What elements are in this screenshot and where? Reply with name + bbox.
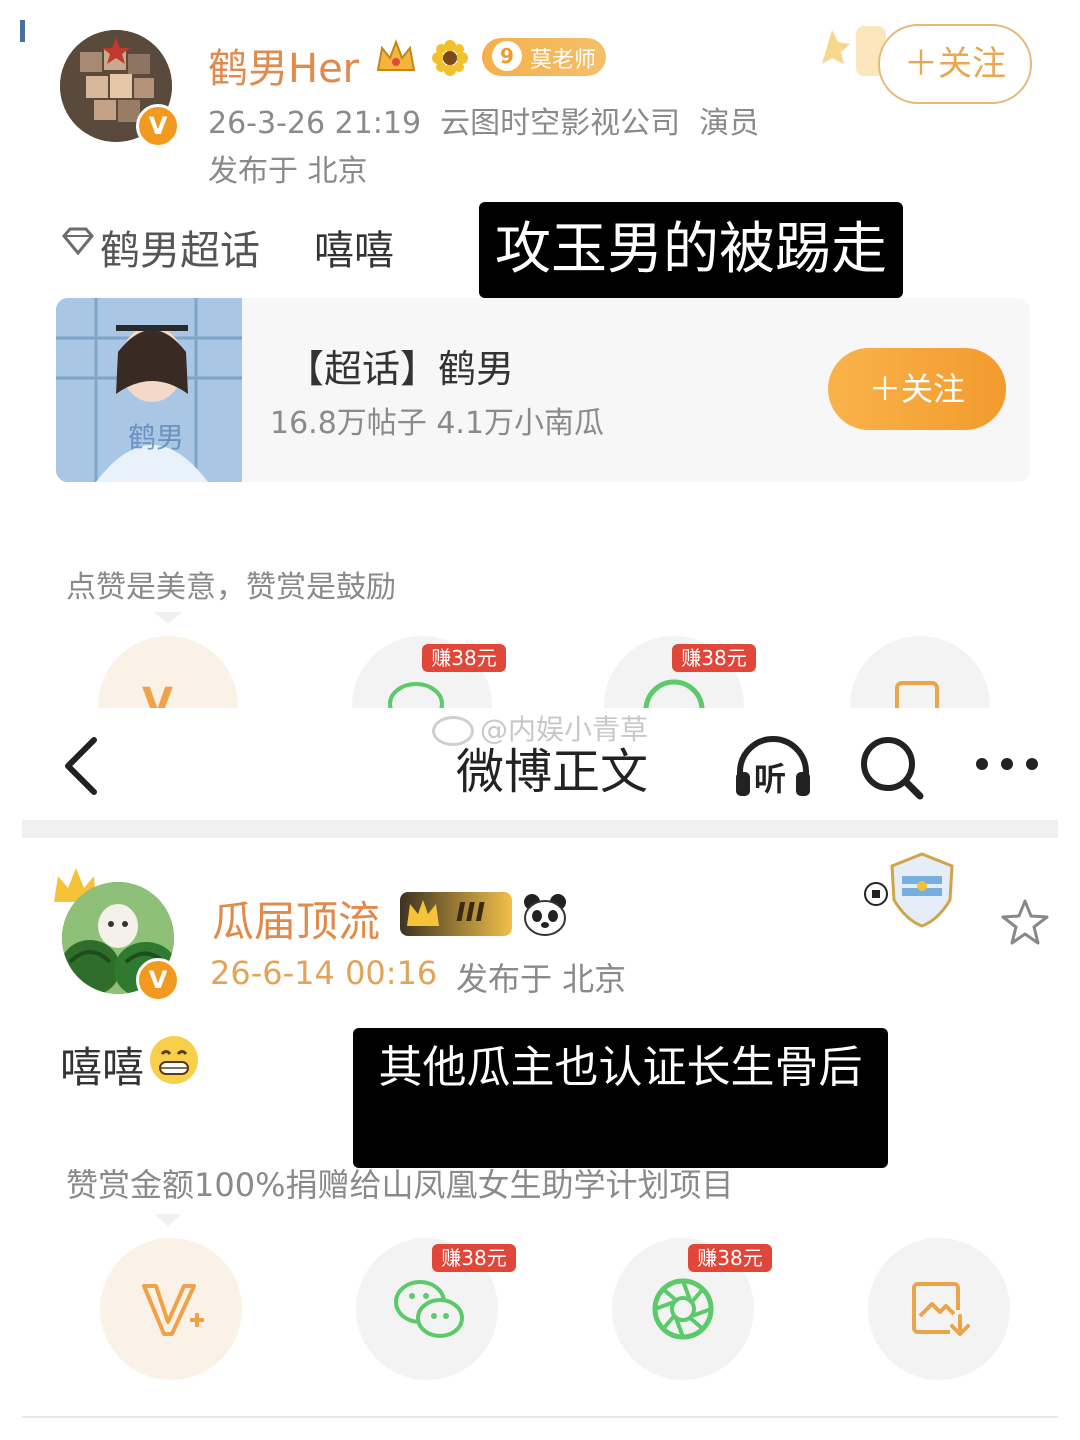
verified-badge: V [136, 104, 180, 148]
save-image-icon [895, 681, 939, 710]
grin-emoji-icon [148, 1034, 200, 1086]
search-icon [861, 737, 924, 800]
teacher-badge-level: 9 [492, 41, 522, 71]
post-body: 嘻嘻 [314, 228, 394, 274]
wechat-icon [394, 1280, 464, 1338]
listen-label: 听 [754, 760, 787, 798]
nav-title: 微博正文 [456, 744, 649, 800]
reward-text: 点赞是美意，赞赏是鼓励 [66, 570, 396, 605]
supertopic-card[interactable]: 鹤男 【超话】鹤男 16.8万帖子 4.1万小南瓜 ＋关注 [56, 298, 1030, 482]
reward-vplus-button[interactable] [100, 1238, 242, 1380]
bottom-screen: @内娱小青草 微博正文 听 V 瓜届顶流 III 26-6-14 00:16 发… [0, 708, 1080, 1440]
username[interactable]: 鹤男Her [208, 36, 359, 94]
crown-icon [407, 900, 439, 926]
bottom-divider [22, 1416, 1058, 1418]
favorite-button[interactable] [1000, 898, 1050, 946]
caption-overlay: 攻玉男的被踢走 [479, 202, 903, 298]
username[interactable]: 瓜届顶流 [212, 888, 380, 949]
more-button[interactable] [972, 754, 1042, 774]
save-image-button[interactable] [868, 1238, 1010, 1380]
earn-badge-1: 赚38元 [432, 1244, 516, 1272]
post-meta: 26-3-26 21:19 云图时空影视公司 演员 [208, 106, 760, 141]
post-location: 发布于 北京 [208, 154, 368, 189]
earn-badge-1: 赚38元 [422, 644, 506, 672]
teacher-badge-text: 莫老师 [530, 48, 597, 73]
level-badge: III [400, 892, 512, 936]
reward-pointer [154, 1214, 182, 1226]
card-title: 【超话】鹤男 [286, 347, 515, 391]
level-badge-text: III [456, 898, 486, 928]
post-location: 发布于 北京 [456, 960, 627, 998]
search-button[interactable] [858, 734, 926, 802]
card-stats: 16.8万帖子 4.1万小南瓜 [270, 406, 605, 441]
top-post: V 鹤男Her 9 莫老师 26-3-26 21:19 云图时空影视公司 演员 … [0, 0, 1080, 776]
divider [22, 820, 1058, 838]
listen-button[interactable]: 听 [732, 734, 814, 800]
back-button[interactable] [58, 734, 108, 798]
vplus-icon [142, 1284, 204, 1336]
post-time: 26-6-14 00:16 [210, 954, 438, 992]
corner-mark [20, 20, 25, 42]
topic-tag[interactable]: 鹤男超话 [100, 218, 260, 276]
crown-icon [374, 36, 418, 80]
supertopic-icon [60, 226, 96, 256]
post-body: 嘻嘻 [60, 1043, 145, 1092]
caption-overlay: 其他瓜主也认证长生骨后 [353, 1028, 888, 1168]
football-emblem-icon [862, 850, 978, 930]
earn-badge-2: 赚38元 [688, 1244, 772, 1272]
card-image: 鹤男 [56, 298, 242, 482]
verified-badge: V [136, 958, 180, 1002]
card-follow-button[interactable]: ＋关注 [828, 348, 1006, 430]
card-image-text: 鹤男 [128, 421, 185, 454]
moments-icon [652, 1278, 714, 1340]
nav-bar: 微博正文 听 [0, 718, 1080, 818]
reward-pointer [154, 612, 182, 624]
teacher-badge: 9 莫老师 [482, 38, 606, 76]
sunflower-icon [430, 38, 470, 78]
star-icon [1001, 899, 1049, 945]
follow-button[interactable]: ＋关注 [878, 24, 1032, 104]
earn-badge-2: 赚38元 [672, 644, 756, 672]
chevron-left-icon [65, 737, 97, 795]
panda-icon [522, 892, 568, 936]
save-image-icon [912, 1282, 970, 1336]
more-icon [976, 758, 1038, 770]
